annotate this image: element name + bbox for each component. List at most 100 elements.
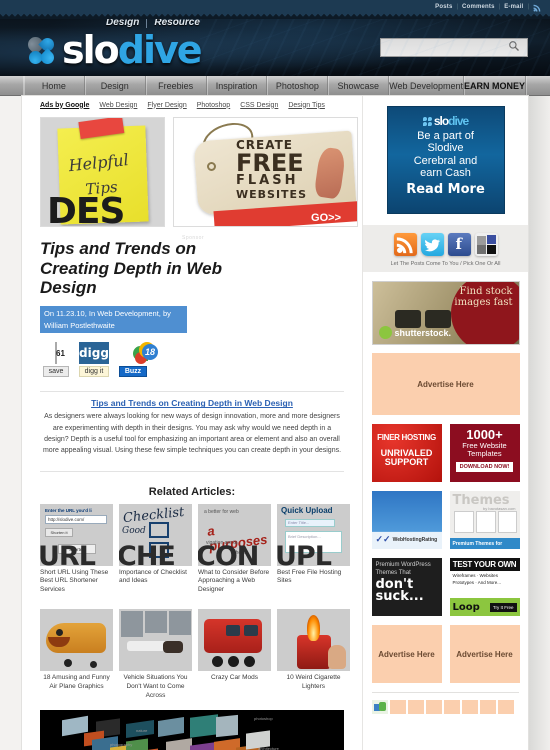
grid-cell[interactable] (444, 700, 460, 714)
divider (40, 470, 344, 472)
grid-cell[interactable] (426, 700, 442, 714)
site-logo[interactable]: Design Resource slodive (24, 19, 203, 69)
search-box[interactable] (380, 38, 528, 57)
related-article-card[interactable]: 10 Weird Cigarette Lighters (277, 609, 350, 700)
related-thumb-airplane (40, 609, 113, 672)
topbar-divider: | (527, 4, 529, 10)
ad-loop-cta[interactable]: Try It Free (489, 602, 517, 612)
digg-label[interactable]: digg it (78, 366, 110, 378)
nav-item-photoshop[interactable]: Photoshop (267, 76, 329, 95)
delicious-share-button[interactable]: 61 save (40, 342, 72, 378)
adlink-flyer-design[interactable]: Flyer Design (147, 102, 186, 109)
ad-shutterstock[interactable]: Find stock images fast shutterstock. (371, 281, 520, 345)
digg-share-button[interactable]: digg digg it (78, 342, 110, 378)
ad-webhostingrating[interactable]: ✓✓ WebHostingRating (371, 491, 442, 549)
related-article-card[interactable]: Quick Upload Enter Title... Brief Descri… (277, 503, 350, 595)
ad-finer-hosting[interactable]: FINER HOSTING UNRIVALED SUPPORT (371, 424, 442, 482)
related-caption: Short URL Using These Best URL Shortener… (40, 568, 109, 594)
related-article-card[interactable]: a better for web a purposes vigation are… (198, 503, 271, 595)
page-content: Ads by Google Web Design Flyer Design Ph… (22, 96, 528, 750)
buzz-count: 18 (142, 344, 158, 361)
ad-dont-suck-themes[interactable]: Premium WordPress Themes That don't suck… (371, 558, 442, 616)
ad-flash-cta[interactable]: GO>> (311, 212, 341, 224)
article-excerpt: Tips and Trends on Creating Depth in Web… (22, 392, 362, 456)
adlink-css-design[interactable]: CSS Design (240, 102, 278, 109)
nav-item-design[interactable]: Design (85, 76, 146, 95)
ad-flash-l2: FREE (236, 149, 304, 177)
myspace-icon[interactable] (474, 233, 498, 256)
sidebar-promo-l4: earn Cash (420, 166, 471, 179)
grid-cell[interactable] (372, 700, 388, 714)
ad-helpful-tips[interactable]: Helpful Tips DES (40, 117, 165, 227)
related-article-card[interactable]: Vehicle Situations You Don't Want to Com… (119, 609, 192, 700)
related-caption: Best Free File Hosting Sites (277, 568, 342, 585)
nav-item-inspiration[interactable]: Inspiration (207, 76, 268, 95)
related-caption: Vehicle Situations You Don't Want to Com… (123, 674, 188, 699)
buzz-label[interactable]: Buzz (118, 366, 148, 378)
page-shell: Ads by Google Web Design Flyer Design Ph… (0, 96, 550, 750)
ad-templates-cta[interactable]: DOWNLOAD NOW! (455, 461, 514, 472)
ad-loop-f2: Websites (479, 573, 498, 578)
ad-loop-prototyping[interactable]: TEST YOUR OWN Wireframes · Websites Prot… (449, 558, 520, 616)
related-article-card[interactable]: Crazy Car Mods (198, 609, 271, 700)
grid-cell[interactable] (390, 700, 406, 714)
ad-finer-tagline: UNRIVALED SUPPORT (380, 448, 433, 468)
nav-item-home[interactable]: Home (24, 76, 85, 95)
related-articles-heading: Related Articles: (148, 485, 236, 498)
topbar-link-email[interactable]: E-mail (500, 4, 527, 10)
ad-loop-header: TEST YOUR OWN (449, 558, 520, 571)
sidebar-promo-logo: slo dive (422, 114, 469, 128)
ad-loop-logo: Loop (452, 601, 480, 613)
ad-bavotasan-themes[interactable]: Themes by bavotasan.com Premium Themes f… (449, 491, 520, 549)
topbar-link-posts[interactable]: Posts (431, 4, 456, 10)
zigzag-divider (0, 14, 550, 19)
grid-cell[interactable] (480, 700, 496, 714)
delicious-icon: 61 (55, 342, 65, 365)
photo-collage-banner[interactable]: photoshop nature photography architectur… (40, 710, 344, 750)
advertise-here-slot[interactable]: Advertise Here (449, 625, 520, 683)
buzz-share-button[interactable]: 18 Buzz (116, 342, 158, 378)
related-article-card[interactable]: 18 Amusing and Funny Air Plane Graphics (40, 609, 113, 700)
nav-item-freebies[interactable]: Freebies (146, 76, 207, 95)
nav-item-web-development[interactable]: Web Development (389, 76, 465, 95)
related-caption: 10 Weird Cigarette Lighters (286, 674, 341, 690)
adlink-photoshop[interactable]: Photoshop (197, 102, 230, 109)
ads-by-google-label[interactable]: Ads by Google (40, 102, 89, 109)
grid-cell[interactable] (408, 700, 424, 714)
ad-sticky-line1: Helpful (67, 150, 130, 176)
adlink-design-tips[interactable]: Design Tips (288, 102, 325, 109)
excerpt-title-link[interactable]: Tips and Trends on Creating Depth in Web… (40, 398, 344, 408)
search-input[interactable] (381, 39, 508, 56)
ad-free-templates[interactable]: 1000+ Free Website Templates DOWNLOAD NO… (449, 424, 520, 482)
facebook-icon[interactable]: f (447, 233, 471, 256)
sidebar-ad-row-1: FINER HOSTING UNRIVALED SUPPORT 1000+ Fr… (363, 424, 528, 482)
delicious-label[interactable]: save (42, 366, 70, 378)
page-title: Tips and Trends on Creating Depth in Web… (40, 239, 222, 298)
sidebar-promo-cerebral[interactable]: slo dive Be a part of Slodive Cerebral an… (386, 106, 505, 214)
nav-item-showcase[interactable]: Showcase (328, 76, 390, 95)
checkbox-graphic (149, 521, 169, 538)
related-article-card[interactable]: Checklist Good CHE Importance of Checkli… (119, 503, 192, 595)
twitter-icon[interactable] (420, 233, 444, 256)
collage-label: nature (136, 728, 148, 734)
ad-flash-l3: FLASH (236, 173, 299, 189)
ad-templates-count: 1000+ (466, 427, 503, 442)
grid-cell[interactable] (462, 700, 478, 714)
topbar-link-comments[interactable]: Comments (458, 4, 499, 10)
advertise-here-slot[interactable]: Advertise Here (371, 625, 442, 683)
nav-item-earn-money[interactable]: EARN MONEY (464, 76, 527, 95)
grid-cell[interactable] (498, 700, 514, 714)
sidebar-promo-l2: Slodive (427, 142, 464, 155)
ad-loop-f1: Wireframes (452, 573, 476, 578)
main-column: Ads by Google Web Design Flyer Design Ph… (22, 96, 362, 750)
ad-create-free-flash-websites[interactable]: CREATE FREE FLASH WEBSITES GO>> (173, 117, 358, 227)
ad-loop-f3: Prototypes (452, 579, 475, 585)
search-icon[interactable] (508, 40, 522, 55)
adlink-web-design[interactable]: Web Design (99, 102, 137, 109)
rss-icon[interactable] (533, 3, 542, 12)
sidebar-promo-cta[interactable]: Read More (406, 182, 485, 197)
sidebar-advertise-pair: Advertise Here Advertise Here (363, 625, 528, 683)
rss-icon[interactable] (393, 233, 417, 256)
advertise-here-slot[interactable]: Advertise Here (371, 353, 520, 415)
related-article-card[interactable]: Enter the URL you'd li http://slodive.co… (40, 503, 113, 595)
